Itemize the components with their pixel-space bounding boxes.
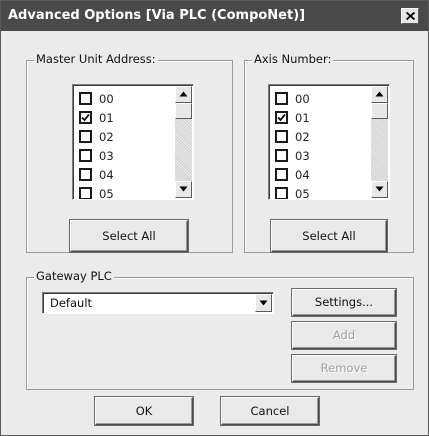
gateway-plc-group-label: Gateway PLC (34, 269, 114, 283)
checkbox-checked[interactable] (275, 111, 288, 124)
close-icon (406, 12, 415, 20)
scroll-up-button[interactable] (175, 86, 192, 103)
axis-select-all-button[interactable]: Select All (271, 220, 387, 252)
checkbox[interactable] (275, 187, 288, 199)
checkbox[interactable] (79, 187, 92, 199)
checkbox[interactable] (275, 92, 288, 105)
list-item[interactable]: 01 (275, 109, 365, 128)
list-item-label: 03 (99, 149, 114, 163)
check-icon (277, 113, 286, 122)
list-item-label: 00 (99, 92, 114, 106)
checkbox[interactable] (79, 149, 92, 162)
list-item[interactable]: 02 (79, 128, 169, 147)
list-item-label: 02 (99, 130, 114, 144)
list-item[interactable]: 03 (79, 147, 169, 166)
scroll-up-button[interactable] (371, 86, 388, 103)
checkbox-checked[interactable] (79, 111, 92, 124)
scroll-thumb[interactable] (175, 103, 192, 119)
axis-number-listbox[interactable]: 00 01 02 03 04 05 (268, 84, 390, 200)
checkbox[interactable] (79, 168, 92, 181)
title-bar: Advanced Options [Via PLC (CompoNet)] (1, 1, 428, 31)
checkbox[interactable] (79, 130, 92, 143)
list-item-label: 05 (99, 187, 114, 200)
chevron-down-icon (259, 300, 268, 306)
arrow-up-icon (179, 91, 188, 97)
list-item[interactable]: 01 (79, 109, 169, 128)
list-item-label: 00 (295, 92, 310, 106)
master-unit-list: 00 01 02 03 04 05 (79, 90, 169, 200)
scroll-thumb[interactable] (371, 103, 388, 119)
list-item-label: 01 (99, 111, 114, 125)
cancel-button[interactable]: Cancel (221, 397, 319, 425)
close-button[interactable] (401, 8, 419, 24)
scroll-down-button[interactable] (175, 181, 192, 198)
ok-button[interactable]: OK (95, 397, 193, 425)
gateway-plc-selected-value: Default (50, 296, 93, 310)
list-item-label: 04 (295, 168, 310, 182)
master-select-all-button[interactable]: Select All (70, 220, 188, 252)
advanced-options-dialog: Advanced Options [Via PLC (CompoNet)] Ma… (0, 0, 429, 436)
list-item[interactable]: 00 (275, 90, 365, 109)
list-item[interactable]: 05 (79, 185, 169, 200)
list-item[interactable]: 04 (79, 166, 169, 185)
ok-label: OK (135, 404, 153, 418)
checkbox[interactable] (275, 168, 288, 181)
list-item-label: 02 (295, 130, 310, 144)
gateway-plc-select[interactable]: Default (42, 292, 274, 314)
checkbox[interactable] (79, 92, 92, 105)
add-button[interactable]: Add (292, 322, 396, 349)
settings-button[interactable]: Settings... (292, 289, 396, 316)
master-select-all-label: Select All (102, 229, 156, 243)
list-item[interactable]: 02 (275, 128, 365, 147)
axis-number-list: 00 01 02 03 04 05 (275, 90, 365, 200)
cancel-label: Cancel (250, 404, 290, 418)
list-item[interactable]: 04 (275, 166, 365, 185)
master-unit-group-label: Master Unit Address: (34, 52, 158, 66)
axis-number-scrollbar[interactable] (371, 86, 388, 198)
arrow-down-icon (179, 186, 188, 192)
list-item-label: 04 (99, 168, 114, 182)
master-unit-scrollbar[interactable] (175, 86, 192, 198)
settings-label: Settings... (314, 295, 374, 309)
remove-label: Remove (320, 361, 368, 375)
checkbox[interactable] (275, 149, 288, 162)
arrow-down-icon (375, 186, 384, 192)
checkbox[interactable] (275, 130, 288, 143)
list-item[interactable]: 05 (275, 185, 365, 200)
add-label: Add (332, 328, 356, 342)
list-item-label: 03 (295, 149, 310, 163)
scroll-down-button[interactable] (371, 181, 388, 198)
window-title: Advanced Options [Via PLC (CompoNet)] (8, 8, 306, 23)
list-item[interactable]: 03 (275, 147, 365, 166)
remove-button[interactable]: Remove (292, 355, 396, 382)
dropdown-button[interactable] (255, 294, 272, 312)
axis-number-group-label: Axis Number: (252, 52, 334, 66)
master-unit-listbox[interactable]: 00 01 02 03 04 05 (72, 84, 194, 200)
list-item-label: 05 (295, 187, 310, 200)
list-item-label: 01 (295, 111, 310, 125)
arrow-up-icon (375, 91, 384, 97)
check-icon (81, 113, 90, 122)
axis-select-all-label: Select All (302, 229, 356, 243)
list-item[interactable]: 00 (79, 90, 169, 109)
